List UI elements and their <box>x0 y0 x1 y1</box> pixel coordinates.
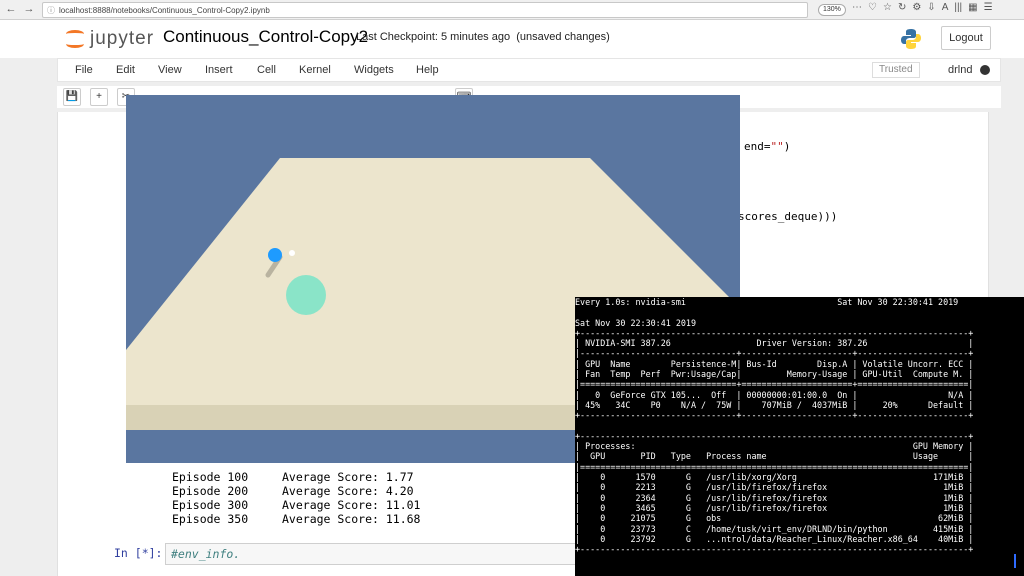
code-fragment-end: end="") <box>744 140 791 153</box>
code-input-cell[interactable]: #env_info. <box>165 543 585 565</box>
checkpoint-status: Last Checkpoint: 5 minutes ago (unsaved … <box>356 31 610 43</box>
save-icon[interactable]: 💾 <box>63 88 81 106</box>
checkpoint-text: Last Checkpoint: 5 minutes ago <box>356 31 511 43</box>
reload-icon[interactable]: ↻ <box>898 2 906 13</box>
arm-tip <box>268 248 282 262</box>
terminal-line: | 45% 34C P0 N/A / 75W | 707MiB / 4037Mi… <box>575 399 974 410</box>
url-text: localhost:8888/notebooks/Continuous_Cont… <box>59 5 270 15</box>
extension-icon[interactable]: ⚙ <box>912 2 921 13</box>
terminal-line: Every 1.0s: nvidia-smi Sat Nov 30 22:30:… <box>575 297 959 307</box>
terminal-line: | 0 3465 G /usr/lib/firefox/firefox 1MiB… <box>575 502 974 513</box>
add-cell-icon[interactable]: + <box>90 88 108 106</box>
star-icon[interactable]: ☆ <box>883 2 892 13</box>
target-sphere <box>286 275 326 315</box>
browser-toolbar: ← → ⓘ localhost:8888/notebooks/Continuou… <box>0 0 1024 20</box>
info-icon: ⓘ <box>47 5 55 15</box>
kernel-name: drlnd <box>948 64 973 76</box>
terminal-line: | 0 21075 G obs 62MiB | <box>575 513 974 524</box>
pocket-icon[interactable]: ♡ <box>868 2 877 13</box>
menu-file[interactable]: File <box>75 64 93 76</box>
terminal-line: +---------------------------------------… <box>575 327 974 338</box>
terminal-line: | 0 2364 G /usr/lib/firefox/firefox 1MiB… <box>575 492 974 503</box>
sidebar-icon[interactable]: ▦ <box>968 2 977 13</box>
zoom-level[interactable]: 130% <box>818 4 846 16</box>
cell-output: Episode 100 Average Score: 1.77 Episode 2… <box>172 470 420 526</box>
menu-help[interactable]: Help <box>416 64 439 76</box>
library-icon[interactable]: ||| <box>954 2 962 13</box>
input-prompt: In [*]: <box>114 546 163 560</box>
translate-icon[interactable]: A <box>942 2 949 13</box>
jupyter-logo[interactable]: jupyter <box>64 28 154 50</box>
menu-cell[interactable]: Cell <box>257 64 276 76</box>
arrow-left-icon[interactable]: ← <box>4 3 18 15</box>
terminal-line: +---------------------------------------… <box>575 430 974 441</box>
output-row: Episode 300 Average Score: 11.01 <box>172 498 421 512</box>
terminal-line: |-------------------------------+-------… <box>575 348 974 359</box>
menu-widgets[interactable]: Widgets <box>354 64 394 76</box>
menu-insert[interactable]: Insert <box>205 64 233 76</box>
output-row: Episode 200 Average Score: 4.20 <box>172 484 414 498</box>
terminal-line: | 0 23773 C /home/tusk/virt_env/DRLND/bi… <box>575 523 974 534</box>
terminal-line: | GPU PID Type Process name Usage | <box>575 451 974 462</box>
address-bar[interactable]: ⓘ localhost:8888/notebooks/Continuous_Co… <box>42 2 808 18</box>
terminal-line: | Fan Temp Perf Pwr:Usage/Cap| Memory-Us… <box>575 369 974 380</box>
logout-button[interactable]: Logout <box>941 26 991 50</box>
menu-bar: File Edit View Insert Cell Kernel Widget… <box>57 58 1001 82</box>
jupyter-logo-text: jupyter <box>90 28 155 49</box>
browser-icons: ⋯ ♡ ☆ ↻ ⚙ ⇩ A ||| ▦ ☰ <box>852 2 993 13</box>
menu-kernel[interactable]: Kernel <box>299 64 331 76</box>
menu-edit[interactable]: Edit <box>116 64 135 76</box>
terminal-line: | 0 GeForce GTX 105... Off | 00000000:01… <box>575 389 974 400</box>
code-fragment-scores: scores_deque))) <box>738 210 838 223</box>
output-row: Episode 350 Average Score: 11.68 <box>172 512 421 526</box>
terminal-line: Sat Nov 30 22:30:41 2019 <box>575 317 697 328</box>
jupyter-logo-icon <box>64 28 86 50</box>
screen: { "browser": { "url": "localhost:8888/no… <box>0 0 1024 576</box>
arm-joint <box>289 250 295 256</box>
terminal-line: |=======================================… <box>575 461 974 472</box>
kernel-status-icon <box>980 65 990 75</box>
terminal-line: +---------------------------------------… <box>575 544 974 555</box>
notebook-title[interactable]: Continuous_Control-Copy2 <box>163 27 368 47</box>
terminal-cursor <box>1014 554 1016 568</box>
trusted-indicator[interactable]: Trusted <box>872 62 920 78</box>
python-logo-icon <box>901 29 921 49</box>
terminal-line: | Processes: GPU Memory | <box>575 441 974 452</box>
terminal-line: | NVIDIA-SMI 387.26 Driver Version: 387.… <box>575 338 974 349</box>
output-row: Episode 100 Average Score: 1.77 <box>172 470 414 484</box>
more-icon[interactable]: ⋯ <box>852 2 862 13</box>
menu-icon[interactable]: ☰ <box>984 2 993 13</box>
terminal-nvidia-smi[interactable]: Every 1.0s: nvidia-smi Sat Nov 30 22:30:… <box>575 297 1024 576</box>
terminal-line: +-------------------------------+-------… <box>575 410 974 421</box>
jupyter-header: jupyter Continuous_Control-Copy2 Last Ch… <box>0 20 1024 58</box>
download-icon[interactable]: ⇩ <box>927 2 935 13</box>
unsaved-text: (unsaved changes) <box>516 31 610 43</box>
terminal-line: | 0 1570 G /usr/lib/xorg/Xorg 171MiB | <box>575 472 974 483</box>
menu-view[interactable]: View <box>158 64 182 76</box>
terminal-line: | 0 23792 G ...ntrol/data/Reacher_Linux/… <box>575 533 974 544</box>
arrow-right-icon[interactable]: → <box>22 3 36 15</box>
terminal-line: |===============================+=======… <box>575 379 974 390</box>
terminal-line: | 0 2213 G /usr/lib/firefox/firefox 1MiB… <box>575 482 974 493</box>
terminal-line: | GPU Name Persistence-M| Bus-Id Disp.A … <box>575 358 974 369</box>
